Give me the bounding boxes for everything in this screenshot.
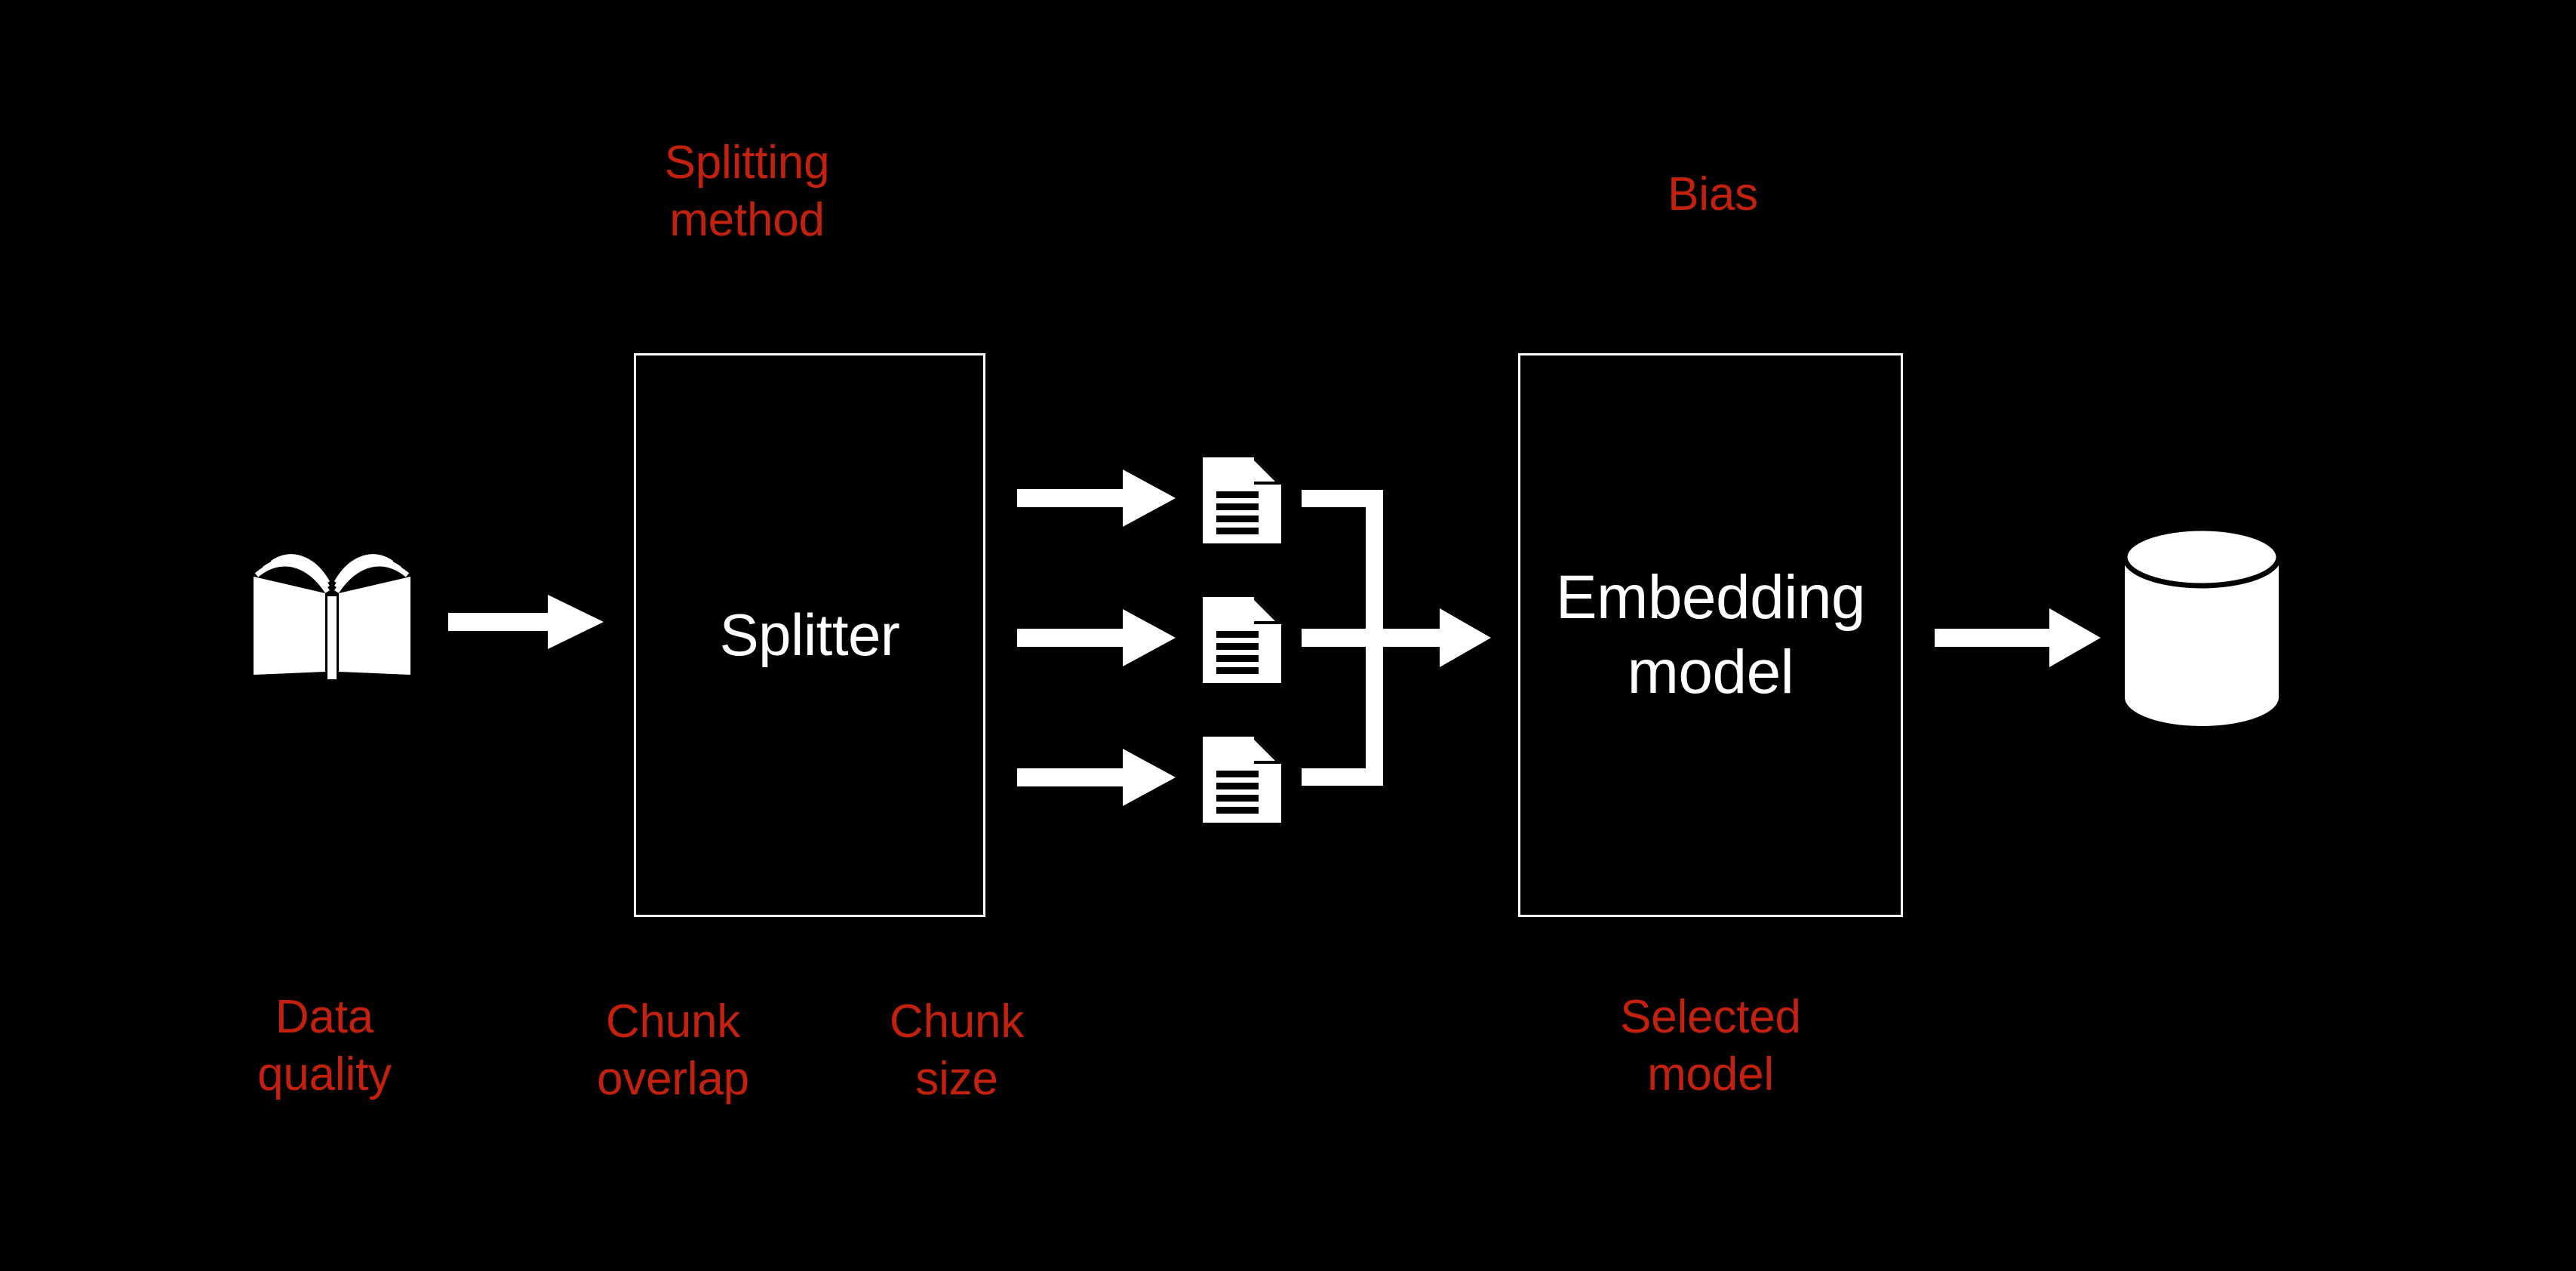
arrow-splitter-to-chunk-1 [1017, 469, 1176, 527]
vector-store-node [2122, 525, 2282, 726]
embedding-model-node[interactable]: Embedding model [1518, 353, 1903, 917]
annotation-splitting-method: Splitting method [664, 137, 830, 246]
splitter-node[interactable]: Splitter [634, 353, 985, 917]
chunk-document-2 [1201, 595, 1283, 685]
open-book-icon [254, 554, 410, 679]
arrow-splitter-to-chunk-2 [1017, 609, 1176, 666]
document-icon [1203, 737, 1281, 823]
splitter-node-label: Splitter [719, 601, 900, 668]
annotation-data-quality: Data quality [257, 991, 392, 1100]
annotation-chunk-size: Chunk size [889, 996, 1025, 1105]
source-document-node [249, 545, 415, 681]
arrow-splitter-to-chunk-3 [1017, 749, 1176, 806]
database-cylinder-icon [2122, 525, 2282, 726]
document-icon [1203, 597, 1281, 683]
annotation-chunk-overlap: Chunk overlap [597, 996, 749, 1105]
merge-arrow-chunks-to-embedding [1302, 490, 1491, 786]
annotation-selected-model: Selected model [1620, 991, 1801, 1100]
chunk-document-3 [1201, 735, 1283, 824]
document-icon [1203, 457, 1281, 543]
arrow-book-to-splitter [448, 595, 604, 649]
chunk-document-1 [1201, 456, 1283, 545]
diagram-canvas: Splitting method Bias Data quality Chunk… [0, 0, 2576, 1271]
embedding-model-node-label: Embedding model [1555, 563, 1866, 706]
annotation-bias: Bias [1668, 168, 1758, 220]
arrow-embedding-to-vector-store [1935, 608, 2101, 667]
